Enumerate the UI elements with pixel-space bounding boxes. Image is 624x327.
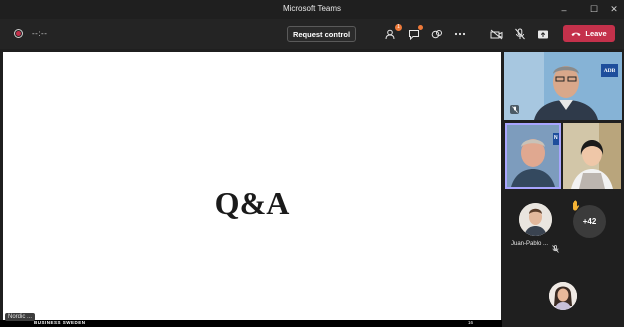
record-icon <box>14 29 23 38</box>
reactions-icon <box>431 29 442 38</box>
share-icon <box>538 30 548 38</box>
chat-unread-dot <box>418 25 423 30</box>
people-icon <box>385 29 395 39</box>
close-window-button[interactable]: ✕ <box>603 0 624 19</box>
slide-footer-org: BUSINESS SWEDEN <box>34 320 86 325</box>
participant-panel: ADB N Juan-Pablo ... +42 <box>502 50 624 327</box>
presenter-name-chip: Nordic ... <box>5 313 36 321</box>
avatar-juan-pablo[interactable] <box>519 203 552 236</box>
more-actions-button[interactable] <box>452 27 468 41</box>
participant-video <box>507 125 559 187</box>
slide-page-number: 16 <box>468 320 474 325</box>
meeting-timer: --:-- <box>32 29 48 38</box>
raised-hand-icon <box>571 200 581 214</box>
mic-muted-icon <box>510 105 519 114</box>
camera-off-icon <box>490 29 502 39</box>
maximize-button[interactable]: ☐ <box>583 0 605 19</box>
people-button[interactable]: 1 <box>383 24 402 41</box>
video-tile-speaker[interactable]: ADB <box>504 52 622 120</box>
video-tile-participant-3[interactable] <box>563 123 621 189</box>
title-bar: Microsoft Teams – ☐ ✕ <box>0 0 624 19</box>
slide-title: Q&A <box>214 185 290 221</box>
participant-video <box>563 123 621 189</box>
meeting-toolbar: --:-- Request control 1 Leave <box>0 19 624 49</box>
share-content-button[interactable] <box>535 27 551 41</box>
participant-name-juan-pablo: Juan-Pablo ... <box>511 241 549 247</box>
window-title: Microsoft Teams <box>282 4 342 13</box>
minimize-button[interactable]: – <box>553 0 575 19</box>
adb-logo: ADB <box>601 64 618 77</box>
mic-toggle-button[interactable] <box>512 27 528 41</box>
shared-screen: Q&A <box>3 52 501 320</box>
chat-icon <box>409 29 419 40</box>
participant-2-logo: N <box>554 135 558 141</box>
mic-off-icon <box>515 28 525 40</box>
leave-button[interactable]: Leave <box>563 25 615 42</box>
camera-toggle-button[interactable] <box>488 27 504 41</box>
mic-muted-icon <box>552 240 559 258</box>
reactions-button[interactable] <box>429 27 445 41</box>
video-tile-participant-2[interactable]: N <box>505 123 561 189</box>
participant-video <box>504 52 622 120</box>
more-icon <box>454 32 466 36</box>
slide-footer: BUSINESS SWEDEN 16 <box>0 320 502 327</box>
chat-button[interactable] <box>406 25 423 41</box>
leave-label: Leave <box>585 29 607 38</box>
people-count-badge: 1 <box>395 24 402 31</box>
phone-icon <box>571 32 581 36</box>
avatar-participant[interactable] <box>549 282 577 310</box>
request-control-button[interactable]: Request control <box>287 26 356 42</box>
